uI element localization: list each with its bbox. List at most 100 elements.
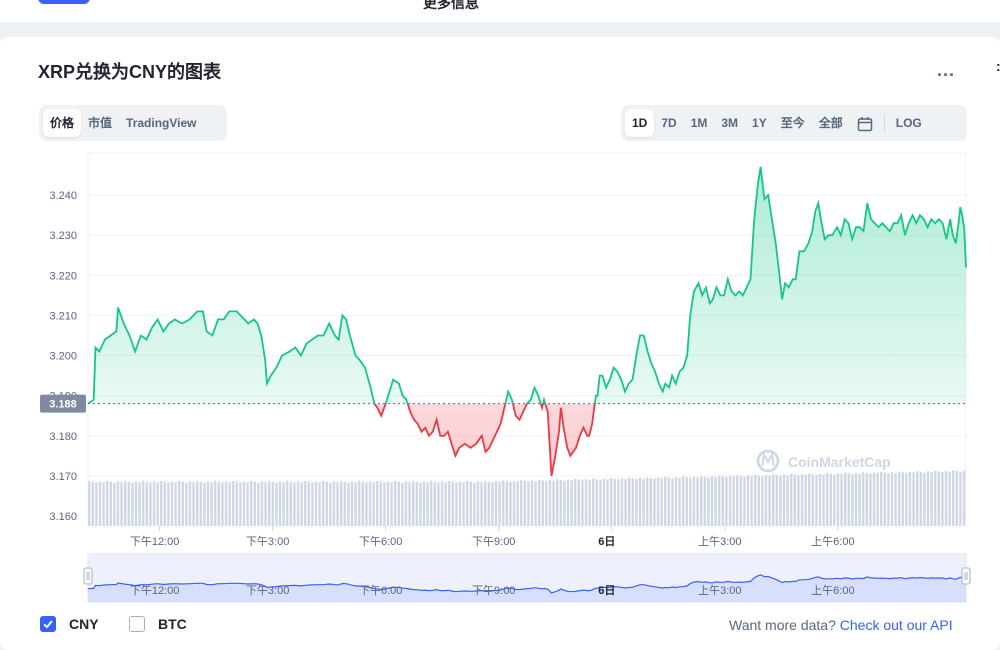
- volume-bar: [876, 473, 879, 526]
- y-tick-label: 3.180: [49, 431, 77, 443]
- volume-bar: [242, 481, 246, 526]
- watermark-logo: CoinMarketCap: [756, 449, 891, 473]
- volume-bar: [419, 482, 422, 526]
- volume-bar: [534, 481, 537, 526]
- volume-bar: [559, 480, 562, 526]
- legend-btc[interactable]: BTC: [129, 616, 187, 632]
- volume-bar: [649, 478, 652, 526]
- volume-bar: [689, 477, 692, 526]
- checkbox-checked-icon[interactable]: [40, 616, 56, 632]
- volume-bar: [566, 479, 570, 526]
- volume-bar: [696, 477, 699, 526]
- baseline-tag: 3.188: [40, 394, 86, 413]
- volume-bar: [934, 470, 937, 526]
- volume-bar: [836, 473, 840, 526]
- volume-bar: [620, 478, 624, 526]
- volume-bar: [275, 482, 278, 526]
- volume-bar: [646, 477, 649, 526]
- range-navigator[interactable]: 下午12:00 下午3:00 下午6:00 下午9:00 6日 上午3:00 上午6:00: [83, 553, 971, 603]
- checkbox-unchecked-icon[interactable]: [129, 616, 145, 632]
- volume-bar: [718, 475, 721, 526]
- volume-bar: [458, 481, 462, 526]
- volume-bar: [304, 481, 307, 526]
- volume-bar: [948, 471, 951, 526]
- volume-bar: [898, 471, 901, 526]
- volume-bar: [556, 479, 559, 526]
- volume-bar: [692, 476, 696, 526]
- y-tick-label: 3.220: [49, 270, 77, 282]
- volume-bar: [358, 481, 361, 526]
- volume-bar: [232, 481, 235, 526]
- volume-bar: [570, 480, 573, 526]
- y-axis: 3.2403.2303.2203.2103.2003.1903.1803.170…: [49, 190, 77, 523]
- x-tick-label: 上午6:00: [811, 535, 854, 548]
- price-chart[interactable]: CoinMarketCap 3.240 3.230 3.220 3.210 3.200 3…: [0, 0, 1000, 650]
- volume-bar: [160, 481, 163, 526]
- volume-bar: [952, 470, 955, 526]
- volume-bar: [541, 480, 544, 526]
- volume-bar: [905, 472, 908, 526]
- volume-bar: [350, 481, 354, 526]
- y-tick-label: 3.200: [49, 351, 77, 363]
- volume-bar: [203, 482, 206, 526]
- volume-bar: [869, 473, 872, 526]
- volume-bar: [325, 481, 328, 526]
- volume-bar: [196, 481, 199, 526]
- volume-bar: [653, 478, 656, 526]
- volume-bar: [754, 474, 757, 526]
- volume-bar: [311, 482, 314, 526]
- volume-bar: [422, 481, 426, 526]
- volume-bar: [412, 481, 415, 526]
- volume-bar: [466, 481, 469, 526]
- volume-bar: [530, 480, 534, 526]
- volume-bar: [552, 480, 555, 526]
- volume-bar: [408, 482, 411, 526]
- volume-bar: [592, 478, 595, 526]
- volume-bar: [944, 470, 948, 526]
- volume-bar: [865, 473, 868, 526]
- volume-bar: [628, 477, 631, 526]
- volume-bar: [642, 478, 645, 526]
- volume-bar: [451, 481, 454, 526]
- volume-bar: [901, 472, 904, 526]
- volume-bar: [210, 482, 213, 526]
- volume-bar: [214, 481, 217, 526]
- volume-bar: [638, 477, 642, 526]
- volume-bar: [336, 482, 339, 526]
- volume-bar: [300, 482, 303, 526]
- volume-bar: [584, 479, 588, 526]
- volume-bar: [610, 478, 613, 526]
- volume-bar: [674, 477, 678, 526]
- volume-bar: [926, 471, 930, 526]
- volume-bar: [919, 471, 922, 526]
- x-tick-label: 下午12:00: [130, 535, 180, 548]
- volume-bar: [250, 481, 253, 526]
- volume-bar: [480, 482, 483, 526]
- volume-bar: [667, 477, 670, 526]
- navigator-tick-label: 6日: [598, 584, 615, 597]
- volume-bar: [228, 482, 231, 526]
- volume-bar: [174, 482, 177, 526]
- volume-bar: [426, 482, 429, 526]
- legend-label-btc: BTC: [158, 616, 187, 632]
- volume-bar: [894, 472, 897, 526]
- volume-bar: [235, 481, 238, 526]
- api-link[interactable]: Check out our API: [840, 617, 953, 633]
- volume-bar: [793, 474, 796, 526]
- volume-bar: [329, 482, 332, 526]
- volume-bar: [617, 479, 620, 526]
- volume-bar: [764, 474, 768, 526]
- volume-bar: [613, 478, 616, 526]
- volume-bar: [761, 476, 764, 526]
- legend-cny[interactable]: CNY: [40, 616, 99, 632]
- volume-bar: [260, 481, 264, 526]
- navigator-handle: [961, 567, 971, 585]
- legend-label-cny: CNY: [69, 616, 99, 632]
- volume-bar: [800, 474, 804, 526]
- volume-bar: [811, 474, 814, 526]
- volume-bar: [750, 476, 753, 526]
- volume-bars: [88, 470, 966, 526]
- volume-bar: [257, 482, 260, 526]
- volume-bar: [516, 481, 519, 526]
- volume-bar: [318, 482, 321, 526]
